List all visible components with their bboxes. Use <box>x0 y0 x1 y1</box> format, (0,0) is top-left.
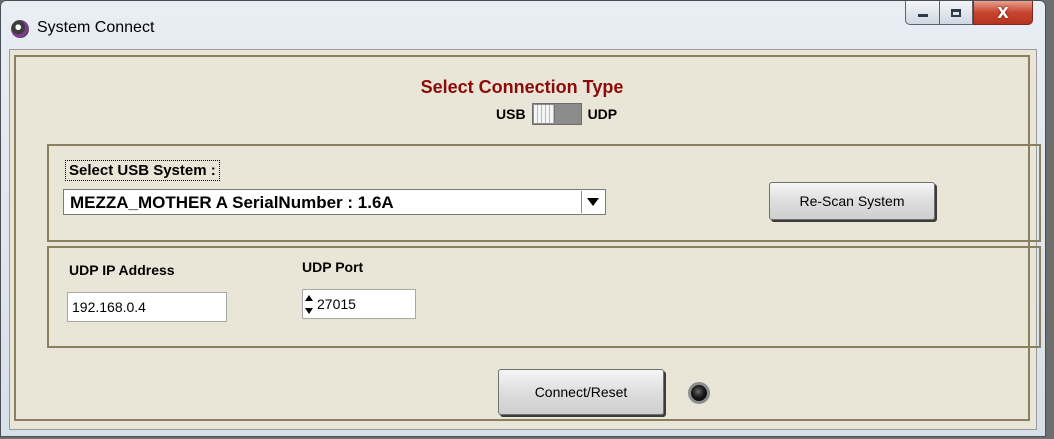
minimize-icon <box>917 14 928 17</box>
arrow-down-icon <box>304 307 313 314</box>
udp-option-label: UDP <box>587 106 618 122</box>
arrow-up-icon <box>304 294 313 301</box>
port-spin-buttons <box>304 291 313 317</box>
udp-ip-address-input[interactable]: 192.168.0.4 <box>67 292 227 322</box>
dropdown-arrow-button[interactable] <box>581 191 604 213</box>
app-icon <box>11 20 29 38</box>
title-bar[interactable]: System Connect X <box>1 1 1045 49</box>
usb-system-group: Select USB System : MEZZA_MOTHER A Seria… <box>47 144 1041 242</box>
udp-settings-group: UDP IP Address 192.168.0.4 UDP Port 2701… <box>47 246 1041 348</box>
toggle-knob[interactable] <box>533 105 555 123</box>
connection-type-heading: Select Connection Type <box>420 77 624 97</box>
close-button[interactable]: X <box>973 1 1033 25</box>
system-connect-window: System Connect X Select Connection Type … <box>0 0 1046 437</box>
udp-port-value[interactable]: 27015 <box>317 296 356 312</box>
usb-option-label: USB <box>496 106 526 122</box>
maximize-icon <box>951 8 961 17</box>
udp-ip-address-label: UDP IP Address <box>69 262 175 278</box>
connect-reset-button[interactable]: Connect/Reset <box>498 369 664 415</box>
connection-type-toggle[interactable] <box>531 103 582 125</box>
port-decrement-button[interactable] <box>304 304 313 317</box>
window-controls: X <box>905 1 1033 25</box>
maximize-button[interactable] <box>939 1 973 25</box>
minimize-button[interactable] <box>905 1 939 25</box>
chevron-down-icon <box>587 198 599 206</box>
close-icon: X <box>997 3 1009 22</box>
connection-type-toggle-row: USB UDP <box>496 102 617 126</box>
outer-group-box: Select Connection Type USB UDP Select US… <box>14 55 1041 421</box>
port-increment-button[interactable] <box>304 291 313 304</box>
window-title: System Connect <box>37 19 155 36</box>
dialog-body: Select Connection Type USB UDP Select US… <box>9 49 1041 430</box>
udp-port-stepper[interactable]: 27015 <box>302 289 416 319</box>
connection-status-led-icon <box>688 382 710 404</box>
rescan-system-button[interactable]: Re-Scan System <box>769 182 935 220</box>
usb-system-selected-value: MEZZA_MOTHER A SerialNumber : 1.6A <box>70 193 394 212</box>
select-usb-system-label: Select USB System : <box>65 160 220 181</box>
udp-port-label: UDP Port <box>302 259 364 275</box>
usb-system-dropdown[interactable]: MEZZA_MOTHER A SerialNumber : 1.6A <box>63 189 606 215</box>
